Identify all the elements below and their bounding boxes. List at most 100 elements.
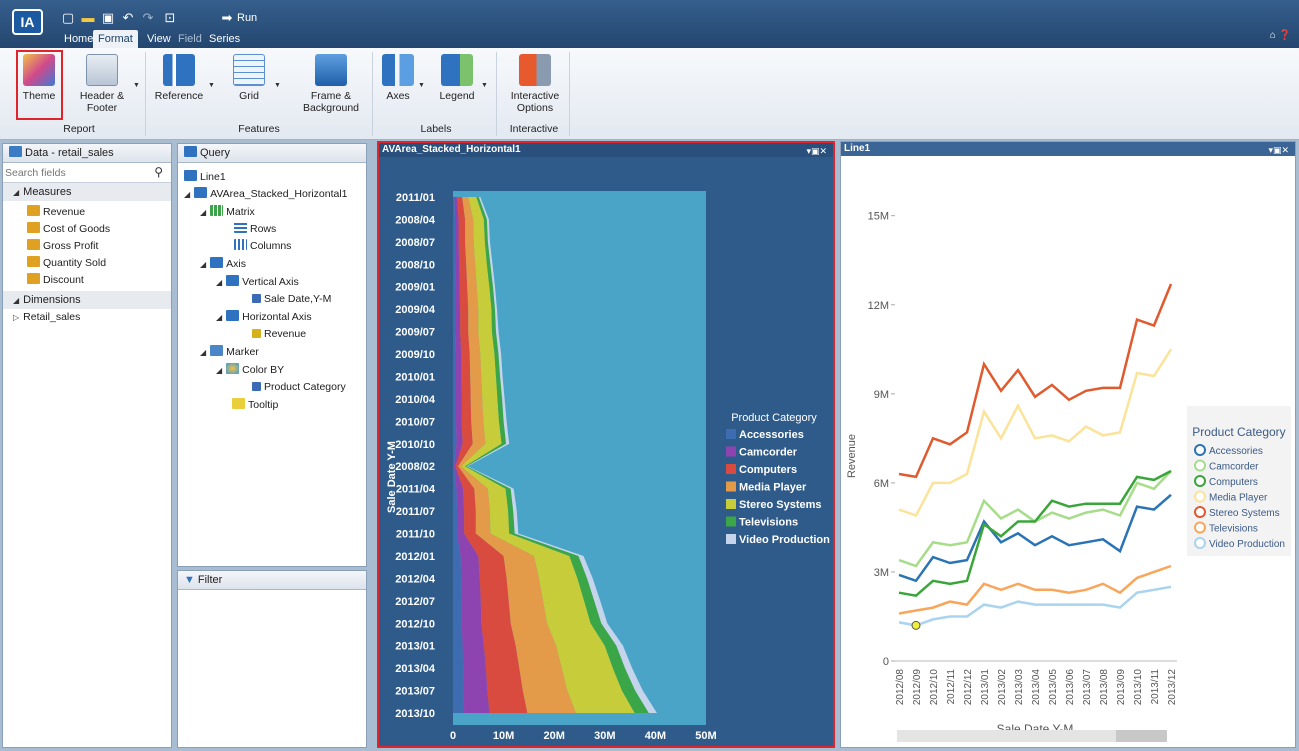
x-tick-label: 2013/04 xyxy=(1031,669,1042,706)
header-footer-button[interactable]: Header & Footer xyxy=(74,54,130,114)
legend-swatch xyxy=(726,534,736,544)
query-item-product-category[interactable]: Product Category xyxy=(252,381,346,393)
new-icon[interactable]: ▢ xyxy=(60,10,76,26)
query-item-revenue[interactable]: Revenue xyxy=(252,328,306,340)
legend-swatch xyxy=(726,481,736,492)
chevron-down-icon[interactable]: ▼ xyxy=(274,82,281,89)
y-tick-label: 15M xyxy=(868,211,889,223)
query-item-axis[interactable]: ◢ Axis xyxy=(200,257,246,270)
app-logo[interactable]: IA xyxy=(12,9,43,35)
redo-icon[interactable]: ↷ xyxy=(140,10,156,26)
chart-icon xyxy=(194,187,208,198)
legend-title: Product Category xyxy=(1192,425,1285,439)
query-item-rows[interactable]: Rows xyxy=(234,222,276,235)
query-item-area[interactable]: ◢ AVArea_Stacked_Horizontal1 xyxy=(184,187,348,200)
legend-marker xyxy=(1194,490,1206,503)
measures-group[interactable]: ◢ Measures xyxy=(3,183,171,201)
collapse-icon[interactable]: ◢ xyxy=(200,260,206,269)
query-panel-title: Query xyxy=(200,147,230,159)
legend-label: Camcorder xyxy=(739,447,798,459)
collapse-icon[interactable]: ◢ xyxy=(216,313,222,322)
collapse-icon[interactable]: ◢ xyxy=(200,348,206,357)
pane-controls-icon[interactable]: ▾▣✕ xyxy=(806,144,827,158)
x-tick-label: 40M xyxy=(645,730,666,742)
y-tick-label: 2013/01 xyxy=(395,641,435,653)
tree-label: Vertical Axis xyxy=(242,276,299,288)
legend-swatch xyxy=(726,516,736,527)
filter-panel-title: Filter xyxy=(197,574,223,586)
line-chart-pane[interactable]: Line1 ▾▣✕ 0 3M 6M 9M 12M 15M 2012/08 2012/09 201… xyxy=(840,141,1296,748)
y-tick-label: 2008/10 xyxy=(395,259,435,271)
collapse-icon[interactable]: ◢ xyxy=(216,278,222,287)
field-quantity-sold[interactable]: Quantity Sold xyxy=(27,256,106,269)
x-tick-label: 2012/08 xyxy=(895,669,906,706)
y-tick-label: 2012/04 xyxy=(395,573,436,585)
y-tick-label: 6M xyxy=(874,478,889,490)
reference-button[interactable]: Reference xyxy=(152,54,206,102)
tab-format[interactable]: Format xyxy=(93,30,138,48)
preview-icon[interactable]: ⊡ xyxy=(162,10,178,26)
legend-title: Product Category xyxy=(731,412,817,424)
chevron-down-icon[interactable]: ▼ xyxy=(208,82,215,89)
field-cost-of-goods[interactable]: Cost of Goods xyxy=(27,222,110,235)
query-item-line1[interactable]: Line1 xyxy=(184,170,226,183)
dimensions-label: Dimensions xyxy=(23,294,81,306)
chevron-down-icon[interactable]: ▼ xyxy=(133,82,140,89)
grid-button[interactable]: Grid xyxy=(227,54,271,102)
area-chart-header: AVArea_Stacked_Horizontal1 ▾▣✕ xyxy=(379,143,833,157)
x-tick-label: 2013/08 xyxy=(1099,669,1110,706)
undo-icon[interactable]: ↶ xyxy=(120,10,136,26)
query-item-vertical-axis[interactable]: ◢ Vertical Axis xyxy=(216,275,299,288)
search-icon[interactable]: ⚲ xyxy=(154,165,163,179)
y-tick-label: 2008/07 xyxy=(395,237,435,249)
open-icon[interactable]: ▬ xyxy=(80,10,96,26)
save-icon[interactable]: ▣ xyxy=(100,10,116,26)
measure-icon xyxy=(27,273,40,284)
pane-controls-icon[interactable]: ▾▣✕ xyxy=(1268,143,1289,157)
highlighted-point xyxy=(911,620,921,630)
frame-background-button[interactable]: Frame & Background xyxy=(300,54,362,114)
area-chart-pane[interactable]: AVArea_Stacked_Horizontal1 ▾▣✕ 2011/01 20… xyxy=(377,141,835,751)
query-item-sale-date[interactable]: Sale Date,Y-M xyxy=(252,293,331,305)
field-discount[interactable]: Discount xyxy=(27,273,84,286)
tab-view[interactable]: View xyxy=(142,30,176,48)
legend-label: Camcorder xyxy=(1209,462,1259,473)
legend-marker xyxy=(1194,459,1206,472)
line-chart-title: Line1 xyxy=(844,143,871,154)
legend-marker xyxy=(1194,537,1206,549)
data-panel: Data - retail_sales ⚲ ◢ Measures Revenue … xyxy=(2,143,172,748)
help-icon[interactable]: ⌂ ❓ xyxy=(1270,30,1291,41)
query-item-matrix[interactable]: ◢ Matrix xyxy=(200,205,255,218)
query-item-horizontal-axis[interactable]: ◢ Horizontal Axis xyxy=(216,310,312,323)
dimension-retail-sales[interactable]: ▷ Retail_sales xyxy=(13,311,80,323)
collapse-icon[interactable]: ◢ xyxy=(200,208,206,217)
query-item-color-by[interactable]: ◢ Color BY xyxy=(216,363,284,376)
axes-label: Axes xyxy=(386,90,410,102)
collapse-icon[interactable]: ◢ xyxy=(13,296,19,305)
reference-icon xyxy=(163,54,195,86)
chevron-down-icon[interactable]: ▼ xyxy=(481,82,488,89)
legend-button[interactable]: Legend xyxy=(434,54,480,102)
x-tick-label: 2013/09 xyxy=(1116,669,1127,706)
expand-icon[interactable]: ▷ xyxy=(13,313,19,322)
html5-gear-icon xyxy=(519,54,551,86)
field-gross-profit[interactable]: Gross Profit xyxy=(27,239,98,252)
tab-series[interactable]: Series xyxy=(204,30,245,48)
tab-field[interactable]: Field xyxy=(173,30,207,48)
run-icon[interactable]: ➡ xyxy=(219,10,235,26)
collapse-icon[interactable]: ◢ xyxy=(216,366,222,375)
query-item-marker[interactable]: ◢ Marker xyxy=(200,345,259,358)
search-input[interactable] xyxy=(5,165,145,180)
run-button[interactable]: Run xyxy=(237,12,257,24)
reference-label: Reference xyxy=(154,90,204,102)
collapse-icon[interactable]: ◢ xyxy=(13,188,19,197)
dimensions-group[interactable]: ◢ Dimensions xyxy=(3,291,171,309)
field-revenue[interactable]: Revenue xyxy=(27,205,85,218)
query-item-tooltip[interactable]: Tooltip xyxy=(232,398,278,411)
chevron-down-icon[interactable]: ▼ xyxy=(418,82,425,89)
collapse-icon[interactable]: ◢ xyxy=(184,190,190,199)
matrix-icon xyxy=(210,205,224,216)
axes-button[interactable]: Axes xyxy=(380,54,416,102)
query-item-columns[interactable]: Columns xyxy=(234,239,291,252)
interactive-options-button[interactable]: Interactive Options xyxy=(505,54,565,114)
